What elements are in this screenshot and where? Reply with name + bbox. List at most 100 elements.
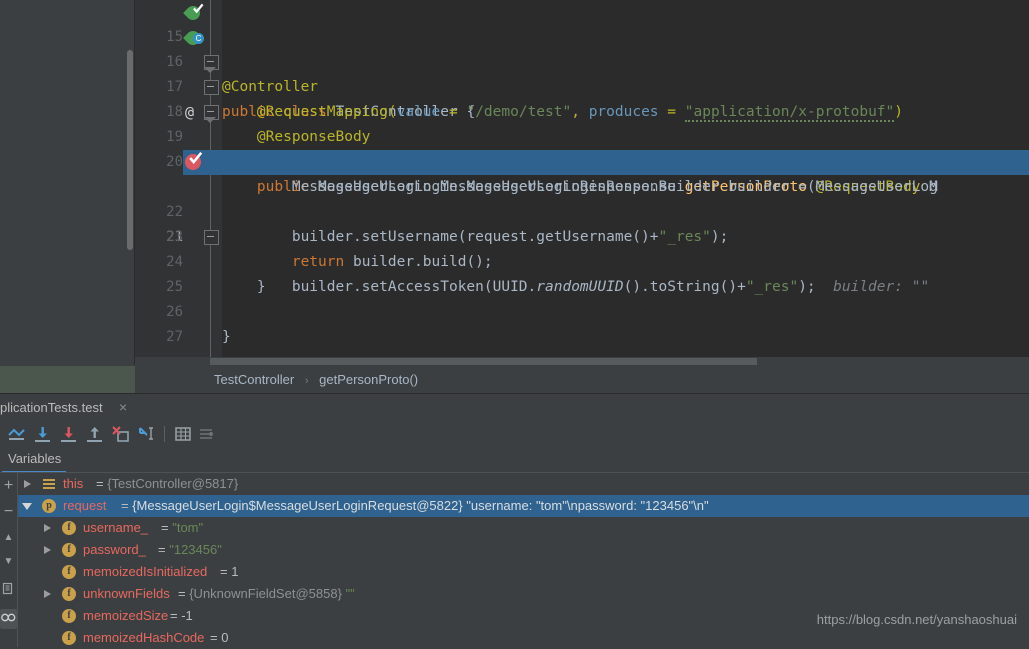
expand-arrow-icon[interactable]: [42, 539, 54, 561]
field-icon: f: [62, 565, 76, 579]
drop-frame-icon[interactable]: [110, 424, 132, 444]
evaluate-expression-icon[interactable]: [172, 424, 194, 444]
run-class-icon[interactable]: [186, 4, 203, 21]
equals-sign: =: [158, 542, 169, 557]
variable-row-username[interactable]: f username_ = "tom": [18, 517, 1029, 539]
code-text: }: [222, 325, 231, 350]
code-line-24[interactable]: 24 }: [135, 225, 1029, 250]
breakpoint-verified-icon[interactable]: [185, 154, 201, 170]
fold-marker-24[interactable]: [200, 225, 222, 250]
editor-hscrollbar-thumb[interactable]: [210, 358, 757, 365]
code-line-23[interactable]: 23 return builder.build();: [135, 200, 1029, 225]
fold-marker-17[interactable]: [200, 50, 222, 75]
settings-icon[interactable]: [196, 424, 218, 444]
parameter-icon: p: [42, 499, 56, 513]
expand-arrow-icon[interactable]: [42, 517, 54, 539]
variable-row-request[interactable]: p request = {MessageUserLogin$MessageUse…: [18, 495, 1029, 517]
variable-row-this[interactable]: this = {TestController@5817}: [18, 473, 1029, 495]
code-line-22[interactable]: 22 builder.setUsername(request.getUserna…: [135, 175, 1029, 200]
breadcrumb-item-method[interactable]: getPersonProto(): [319, 372, 418, 387]
checkmark-icon: [193, 3, 204, 14]
debug-toolbar: [0, 421, 1029, 447]
variable-name: password_: [83, 539, 146, 561]
current-line-highlight: [222, 150, 1029, 175]
add-watch-button[interactable]: +: [0, 477, 17, 494]
checkmark-icon: [189, 151, 203, 165]
variable-row-memoizedhashcode[interactable]: f memoizedHashCode = 0: [18, 627, 1029, 649]
watermark-text: https://blog.csdn.net/yanshaoshuai: [817, 612, 1017, 627]
breadcrumb[interactable]: TestController › getPersonProto(): [135, 366, 1029, 393]
fold-marker-19[interactable]: [200, 100, 222, 125]
code-line-27[interactable]: 27: [135, 300, 1029, 325]
tab-variables[interactable]: Variables: [8, 447, 61, 471]
line-number: 27: [135, 325, 183, 350]
step-over-icon[interactable]: [32, 424, 54, 444]
variable-value: "123456": [169, 542, 222, 557]
collapse-arrow-icon[interactable]: [22, 495, 34, 517]
variable-value-extra: "": [342, 586, 355, 601]
equals-sign: =: [96, 476, 107, 491]
step-into-icon[interactable]: [58, 424, 80, 444]
debug-panel: plicationTests.test ×: [0, 393, 1029, 647]
fold-marker-18[interactable]: [200, 75, 222, 100]
stack-frame-icon: [42, 477, 56, 491]
variable-value-extra: "username: "tom"\npassword: "123456"\n": [463, 498, 709, 513]
breadcrumb-item-class[interactable]: TestController: [214, 372, 294, 387]
equals-sign: =: [161, 520, 172, 535]
variable-value: {TestController@5817}: [107, 476, 238, 491]
field-icon: f: [62, 631, 76, 645]
variable-row-unknownfields[interactable]: f unknownFields = {UnknownFieldSet@5858}…: [18, 583, 1029, 605]
mute-breakpoints-button[interactable]: [0, 609, 17, 629]
debug-tabs: Variables: [0, 447, 1029, 473]
close-icon[interactable]: ×: [119, 394, 127, 421]
code-line-21[interactable]: 21 builder.setAccessToken(UUID.randomUUI…: [135, 150, 1029, 175]
variable-value: {MessageUserLogin$MessageUserLoginReques…: [132, 498, 462, 513]
code-line-16[interactable]: 16 C public class TestController {: [135, 25, 1029, 50]
code-line-25[interactable]: 25: [135, 250, 1029, 275]
variable-row-password[interactable]: f password_ = "123456": [18, 539, 1029, 561]
variable-name: request: [63, 495, 106, 517]
field-icon: f: [62, 543, 76, 557]
expand-arrow-icon[interactable]: [22, 473, 34, 495]
variable-name: this: [63, 473, 83, 495]
move-up-button[interactable]: ▲: [0, 529, 17, 546]
status-strip: [0, 366, 135, 393]
variable-name: unknownFields: [83, 583, 170, 605]
code-line-19[interactable]: 19 @ public MessageUserLogin.MessageUser…: [135, 100, 1029, 125]
variable-value: "tom": [172, 520, 203, 535]
variable-name: memoizedSize: [83, 605, 168, 627]
field-icon: f: [62, 521, 76, 535]
move-down-button[interactable]: ▼: [0, 553, 17, 570]
code-line-15[interactable]: 15 @Controller: [135, 0, 1029, 25]
toolbar-separator: [164, 426, 165, 442]
remove-watch-button[interactable]: −: [0, 503, 17, 520]
run-to-cursor-icon[interactable]: [136, 424, 158, 444]
variable-value: -1: [181, 608, 193, 623]
override-icon[interactable]: @: [185, 100, 194, 125]
code-line-20[interactable]: 20 MessageUserLogin.MessageUserLoginResp…: [135, 125, 1029, 150]
variable-name: memoizedHashCode: [83, 627, 204, 649]
equals-sign: =: [170, 608, 181, 623]
copy-icon[interactable]: [0, 580, 17, 597]
variable-row-memoizedisinitialized[interactable]: f memoizedIsInitialized = 1: [18, 561, 1029, 583]
field-icon: f: [62, 609, 76, 623]
code-line-17[interactable]: 17 @RequestMapping(value = "/demo/test",…: [135, 50, 1029, 75]
code-editor[interactable]: 15 @Controller 16 C: [135, 0, 1029, 365]
code-line-18[interactable]: 18 @ResponseBody: [135, 75, 1029, 100]
show-execution-point-icon[interactable]: [6, 424, 28, 444]
debug-session-tab[interactable]: plicationTests.test: [0, 394, 103, 421]
variable-value: 1: [231, 564, 238, 579]
expand-arrow-icon[interactable]: [42, 583, 54, 605]
variable-name: username_: [83, 517, 148, 539]
editor-area: 15 @Controller 16 C: [0, 0, 1029, 365]
variable-value: {UnknownFieldSet@5858}: [189, 586, 342, 601]
editor-left-gap: [0, 0, 127, 365]
run-method-icon[interactable]: C: [186, 29, 203, 46]
code-line-26[interactable]: 26 }: [135, 275, 1029, 300]
step-out-icon[interactable]: [84, 424, 106, 444]
equals-sign: =: [121, 498, 132, 513]
equals-sign: =: [220, 564, 231, 579]
code-lines: 15 @Controller 16 C: [135, 0, 1029, 365]
breadcrumb-separator-icon: ›: [298, 375, 316, 387]
left-panel-scrollbar[interactable]: [127, 50, 133, 250]
